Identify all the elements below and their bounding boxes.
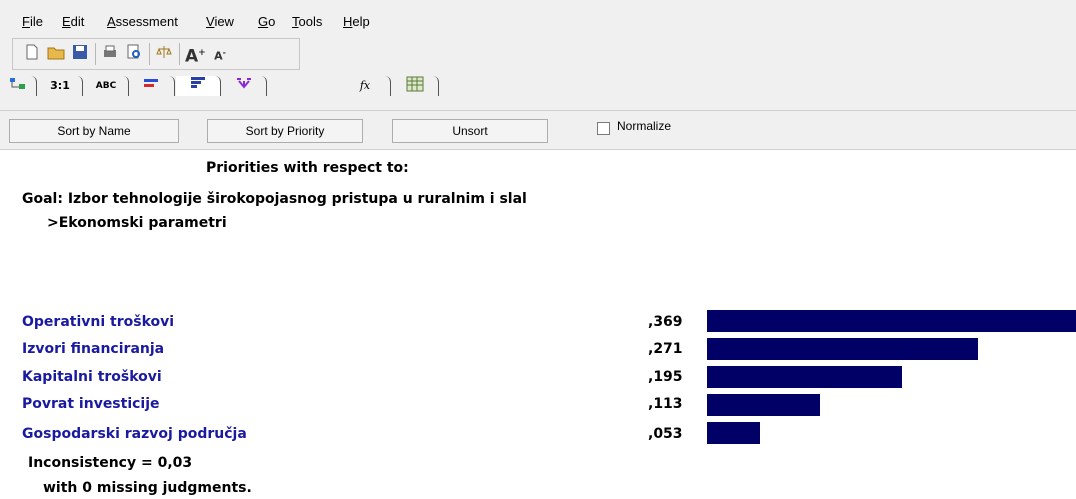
- menu-view[interactable]: View: [206, 14, 234, 29]
- priorities-title: Priorities with respect to:: [206, 160, 409, 176]
- priority-value: ,271: [648, 341, 683, 357]
- priority-bar: [707, 310, 1076, 332]
- menu-edit[interactable]: Edit: [62, 14, 84, 29]
- new-file-icon[interactable]: [23, 44, 41, 62]
- menu-assessment[interactable]: Assessment: [107, 14, 178, 29]
- tab-pairwise-numerical[interactable]: 3:1: [38, 76, 83, 96]
- goal-text: Goal: Izbor tehnologije širokopojasnog p…: [22, 191, 527, 207]
- priority-value: ,113: [648, 396, 683, 412]
- list-item-label[interactable]: Gospodarski razvoj područja: [22, 426, 247, 442]
- decrease-font-icon[interactable]: A-: [211, 44, 229, 63]
- priority-value: ,369: [648, 314, 683, 330]
- priority-bar: [707, 338, 978, 360]
- normalize-label: Normalize: [617, 119, 672, 133]
- priorities-bars-icon: [188, 77, 208, 93]
- priority-value: ,195: [648, 369, 683, 385]
- print-preview-icon[interactable]: [125, 44, 143, 62]
- data-grid-icon: [406, 76, 424, 95]
- menu-file[interactable]: File: [22, 14, 43, 29]
- print-icon[interactable]: [101, 44, 119, 62]
- menu-help[interactable]: Help: [343, 14, 370, 29]
- list-item-label[interactable]: Kapitalni troškovi: [22, 369, 162, 385]
- toolbar: A+ A- 3:1 ABC fx: [0, 36, 1076, 110]
- menu-bar: File Edit Assessment View Go Tools Help: [0, 0, 1076, 36]
- sort-by-priority-button[interactable]: Sort by Priority: [207, 119, 363, 143]
- node-path: >Ekonomski parametri: [47, 215, 227, 231]
- graphical-bars-icon: [142, 79, 162, 93]
- sort-bar: Sort by Name Sort by Priority Unsort: [0, 110, 1076, 150]
- unsort-button[interactable]: Unsort: [392, 119, 548, 143]
- tab-synthesis[interactable]: [222, 76, 267, 96]
- view-tabs: 3:1 ABC fx: [0, 74, 540, 100]
- save-icon[interactable]: [71, 44, 89, 62]
- synthesis-icon: [234, 78, 254, 95]
- priority-bar: [707, 366, 902, 388]
- tab-tree-view[interactable]: [0, 76, 37, 96]
- tab-pairwise-graphical[interactable]: [130, 76, 175, 96]
- tab-data-grid[interactable]: [392, 76, 439, 96]
- priority-bar: [707, 394, 820, 416]
- list-item-label[interactable]: Operativni troškovi: [22, 314, 174, 330]
- list-item-label[interactable]: Povrat investicije: [22, 396, 160, 412]
- inconsistency-text: Inconsistency = 0,03: [28, 455, 193, 471]
- increase-font-icon[interactable]: A+: [185, 44, 206, 66]
- missing-judgments-text: with 0 missing judgments.: [43, 480, 252, 496]
- open-folder-icon[interactable]: [47, 44, 65, 62]
- tab-formula[interactable]: fx: [340, 76, 391, 96]
- priority-bar: [707, 422, 760, 444]
- list-item-label[interactable]: Izvori financiranja: [22, 341, 164, 357]
- sort-by-name-button[interactable]: Sort by Name: [9, 119, 179, 143]
- menu-go[interactable]: Go: [258, 14, 275, 29]
- scale-icon[interactable]: [155, 44, 173, 62]
- priority-value: ,053: [648, 426, 683, 442]
- normalize-checkbox[interactable]: [597, 122, 610, 135]
- tab-pairwise-verbal[interactable]: ABC: [84, 76, 129, 96]
- tree-view-icon: [8, 78, 28, 95]
- tab-priorities[interactable]: [176, 76, 221, 96]
- menu-tools[interactable]: Tools: [292, 14, 322, 29]
- standard-toolbar: A+ A-: [12, 38, 300, 70]
